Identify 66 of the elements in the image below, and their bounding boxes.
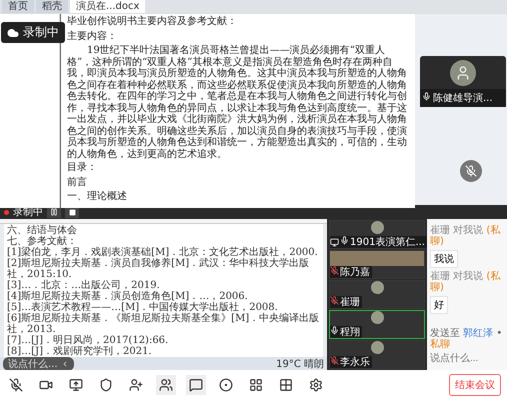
mic-off-icon	[465, 165, 477, 177]
outline-line: 目录：	[67, 162, 98, 174]
participants-button[interactable]	[156, 375, 176, 395]
cloud-icon	[7, 26, 19, 38]
mute-button[interactable]	[460, 160, 482, 182]
reference-line: [3]…．北京：…出版公司，2019.	[7, 280, 161, 291]
pause-icon	[50, 208, 58, 216]
reference-line: [1]梁伯龙，李月．戏剧表演基础[M]．北京：文化艺术出版社，2000.	[7, 247, 319, 258]
participant-tile[interactable]: 1901表演第仁...	[329, 220, 425, 249]
reference-line: [6]斯坦尼斯拉夫斯基．《斯坦尼斯拉夫斯基全集》[M]．中央编译出版社，2013.	[7, 313, 320, 335]
end-meeting-button[interactable]: 结束会议	[449, 374, 501, 396]
reference-line: [4]斯坦尼斯拉夫斯基．演员创造角色[M]．…，2006.	[7, 291, 249, 302]
message-bubble: 好	[430, 296, 448, 314]
participant-name: 陈乃嘉	[340, 266, 370, 278]
document-tab[interactable]: 首页	[2, 0, 34, 13]
document-subheading: 主要内容：	[67, 30, 118, 42]
invite-icon	[129, 378, 143, 392]
mic-off-icon	[330, 356, 339, 365]
document-tab[interactable]: 稻壳	[36, 0, 68, 13]
message-sender: 崔珊 对我说 (私聊)	[430, 271, 502, 293]
section-title: 七、参考文献：	[7, 236, 78, 247]
recording-dot	[4, 210, 9, 214]
reference-line: [8]…[J]．戏剧研究学刊，2021.	[7, 346, 153, 357]
mic-icon	[422, 92, 431, 101]
message-bubble: 我说	[430, 250, 458, 268]
chat-input[interactable]: 说点什么...	[430, 353, 504, 364]
layout-icon	[249, 378, 263, 392]
chat-icon	[189, 378, 203, 392]
participant-name: 崔珊	[340, 296, 360, 308]
video-camera-icon	[39, 378, 53, 392]
chat-button[interactable]	[186, 375, 206, 395]
apps-icon	[279, 378, 293, 392]
chat-hint-pill[interactable]: 说点什么...	[3, 356, 74, 370]
participant-tile[interactable]: 陈乃嘉	[329, 250, 425, 279]
weather-label: 19°C 晴朗	[276, 358, 324, 370]
reference-line: [7]…[J]．明日风尚，2017(12):66.	[7, 335, 170, 346]
shield-icon	[99, 378, 113, 392]
participant-name: 陈健雄导演...	[433, 92, 493, 105]
section-title: 六、结语与体会	[7, 225, 78, 236]
document-paragraph: 19世纪下半叶法国著名演员哥格兰曾提出——演员必须拥有“双重人格”，这种所谓的“双重人格”其根本意义是指演员在塑造角色时存在两种自我，即演员本我与演员所塑造的人物角色。这其中演员本我与所塑造的人物角色之间存在着种种必然联系，而这些必然联系促使演员本我向所塑造的人物角色去转化。在四年的学习之中，笔者总是在本我与人物角色之间进行转化与创作，寻找本我与人物角色的异同点，以求让本我与角色达到高度统一。基于这一出发点，并以毕业大戏《北街南院》洪大妈为例，浅析演员在本我与人物角色之间的创作关系。明确这些关系后，加以演员自身的表演技巧与手段，使演员本我与所塑造的人物角色达到和谐统一，方能塑造出真实的，可信的，生动的人物角色，达到更高的艺术追求。	[67, 45, 408, 160]
message-sender: 崔珊 对我说 (私聊)	[430, 225, 502, 247]
reference-line: [2]斯坦尼斯拉夫斯基．演员自我修养[M]．武汉：华中科技大学出版社，2015:10.	[7, 258, 310, 280]
settings-icon	[309, 378, 323, 392]
recording-label: 录制中	[23, 24, 59, 41]
person-icon	[455, 65, 471, 81]
mic-off-icon	[330, 266, 339, 275]
mic-icon	[340, 236, 349, 245]
participant-tile[interactable]: 程翔	[329, 310, 425, 339]
reference-line: [5]…表演艺术教程——…[M]．中国传媒大学出版社，2008.	[7, 302, 278, 313]
outline-line: 一、理论概述	[67, 191, 128, 202]
recipient-link[interactable]: 郭红泽	[463, 328, 494, 339]
send-to-label: 发送至 郭红泽 • 私聊	[430, 328, 504, 350]
mic-icon	[330, 326, 339, 335]
outline-line: 前言	[67, 176, 88, 188]
record-icon	[219, 378, 233, 392]
participant-name: 程翔	[340, 326, 360, 338]
screen-share-icon	[69, 378, 83, 392]
document-tab[interactable]: 演员在...docx	[70, 0, 146, 13]
participant-tile[interactable]: 崔珊	[329, 280, 425, 309]
participant-name: 1901表演第仁...	[350, 236, 425, 248]
participant-tile[interactable]: 李永乐	[329, 340, 425, 369]
participants-icon	[159, 378, 173, 392]
participant-name: 李永乐	[340, 356, 370, 368]
mic-off-icon	[330, 296, 339, 305]
document-heading: 毕业创作说明书主要内容及参考文献：	[67, 16, 238, 28]
mic-off-icon	[9, 378, 23, 392]
